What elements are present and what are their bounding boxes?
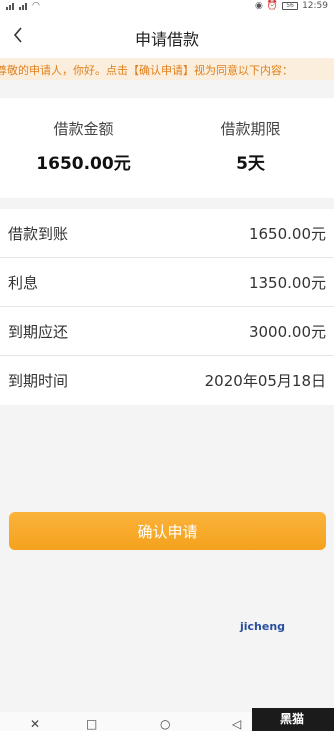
collapse-icon[interactable]: ✕ — [30, 718, 40, 730]
signal-icon — [6, 2, 14, 10]
detail-value: 2020年05月18日 — [204, 372, 326, 390]
back-triangle-icon[interactable]: ◁ — [232, 718, 241, 730]
signal-2-icon — [19, 2, 27, 10]
detail-label: 借款到账 — [8, 225, 69, 243]
detail-value: 3000.00元 — [248, 323, 326, 341]
loan-term-block: 借款期限 5天 — [167, 118, 334, 174]
detail-row-repayment: 到期应还 3000.00元 — [0, 307, 334, 356]
eye-icon: ◉ — [254, 1, 263, 11]
loan-amount-block: 借款金额 1650.00元 — [0, 118, 167, 174]
status-icons-left: ◠ — [6, 1, 40, 11]
loan-summary-card: 借款金额 1650.00元 借款期限 5天 — [0, 98, 334, 198]
circle-icon[interactable]: ○ — [160, 718, 170, 730]
detail-value: 1350.00元 — [248, 274, 326, 292]
logo-badge: 黑猫 — [252, 708, 334, 731]
page-title: 申请借款 — [134, 30, 199, 49]
loan-details-list: 借款到账 1650.00元 利息 1350.00元 到期应还 3000.00元 … — [0, 209, 334, 405]
loan-amount-value: 1650.00元 — [36, 154, 131, 174]
nav-bar: 申请借款 — [0, 14, 334, 58]
loan-term-label: 借款期限 — [220, 120, 281, 138]
confirm-apply-button[interactable]: 确认申请 — [9, 512, 326, 550]
loan-term-value: 5天 — [236, 154, 265, 174]
status-bar: ◠ ◉ ⏰ 56 12:59 — [0, 0, 334, 14]
home-icon[interactable]: □ — [86, 718, 97, 730]
notice-banner: 尊敬的申请人，你好。点击【确认申请】视为同意以下内容： — [0, 58, 334, 80]
detail-row-due-date: 到期时间 2020年05月18日 — [0, 356, 334, 405]
notice-text: 尊敬的申请人，你好。点击【确认申请】视为同意以下内容： — [0, 64, 293, 77]
detail-label: 利息 — [8, 274, 39, 292]
detail-label: 到期应还 — [8, 323, 69, 341]
detail-value: 1650.00元 — [248, 225, 326, 243]
detail-row-interest: 利息 1350.00元 — [0, 258, 334, 307]
wifi-icon: ◠ — [32, 1, 40, 11]
status-time: 12:59 — [302, 1, 328, 11]
detail-row-disbursement: 借款到账 1650.00元 — [0, 209, 334, 258]
watermark-text: jicheng — [240, 620, 286, 633]
alarm-icon: ⏰ — [266, 1, 279, 11]
loan-amount-label: 借款金额 — [53, 120, 114, 138]
status-icons-right: ◉ ⏰ 56 12:59 — [255, 1, 328, 11]
detail-label: 到期时间 — [8, 372, 69, 390]
battery-icon: 56 — [282, 2, 299, 10]
